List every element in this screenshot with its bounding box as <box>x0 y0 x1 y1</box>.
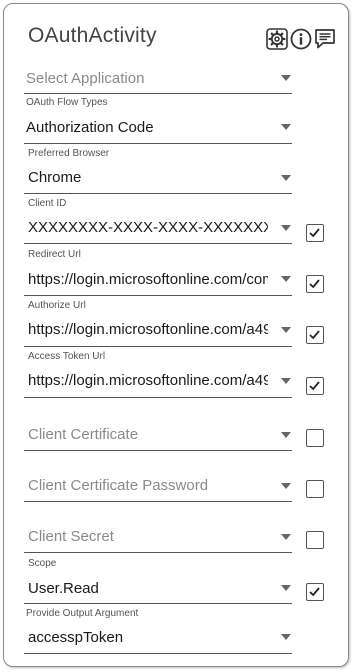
scope-value: User.Read <box>28 580 99 597</box>
scope-label: Scope <box>28 558 57 569</box>
select-application-value: Select Application <box>26 70 145 87</box>
output-argument-value: accesspToken <box>28 629 124 646</box>
field-underline <box>24 243 292 244</box>
field-underline <box>24 552 292 553</box>
redirect-url-value: https://login.microsoftonline.com/common… <box>28 271 268 288</box>
checkmark-icon <box>309 587 320 597</box>
authorize-url-checkbox[interactable] <box>306 326 324 344</box>
client-id-value: XXXXXXXX-XXXX-XXXX-XXXXXXXX <box>28 219 268 236</box>
client-certificate-password-value: Client Certificate Password <box>28 477 209 494</box>
field-underline <box>24 501 292 502</box>
chevron-down-icon <box>281 175 291 181</box>
field-underline <box>24 450 292 451</box>
chevron-down-icon <box>281 378 291 384</box>
preferred-browser-value: Chrome <box>28 169 82 186</box>
chevron-down-icon <box>281 327 291 333</box>
field-underline <box>24 397 292 398</box>
authorize-url-label: Authorize Url <box>28 300 86 311</box>
chevron-down-icon <box>281 483 291 489</box>
client-id-checkbox[interactable] <box>306 224 324 242</box>
client-id-label: Client ID <box>28 198 67 209</box>
chevron-down-icon <box>281 634 291 640</box>
access-token-url-checkbox[interactable] <box>306 377 324 395</box>
field-underline <box>24 193 292 194</box>
checkmark-icon <box>309 279 320 289</box>
redirect-url-label: Redirect Url <box>28 249 81 260</box>
activity-title: OAuthActivity <box>28 24 157 47</box>
chevron-down-icon <box>281 124 291 130</box>
chevron-down-icon <box>281 585 291 591</box>
chevron-down-icon <box>281 276 291 282</box>
access-token-url-value: https://login.microsoftonline.com/a49 <box>28 372 268 389</box>
access-token-url-label: Access Token Url <box>28 351 106 362</box>
comment-bubble-icon[interactable] <box>314 28 336 50</box>
client-certificate-value: Client Certificate <box>28 426 139 443</box>
settings-gear-icon[interactable] <box>266 28 288 50</box>
field-underline <box>24 143 292 144</box>
output-argument-label: Provide Output Argument <box>26 608 139 619</box>
checkmark-icon <box>309 228 320 238</box>
field-underline <box>24 603 292 604</box>
client-certificate-password-checkbox[interactable] <box>306 480 324 498</box>
chevron-down-icon <box>281 75 291 81</box>
field-underline <box>24 93 292 94</box>
field-underline <box>24 346 292 347</box>
chevron-down-icon <box>281 534 291 540</box>
authorize-url-value: https://login.microsoftonline.com/a49 <box>28 321 268 338</box>
chevron-down-icon <box>281 225 291 231</box>
preferred-browser-label: Preferred Browser <box>28 148 110 159</box>
field-underline <box>24 653 292 654</box>
checkmark-icon <box>309 330 320 340</box>
oauth-flow-type-label: OAuth Flow Types <box>26 97 108 108</box>
client-certificate-checkbox[interactable] <box>306 429 324 447</box>
header-icon-bar <box>266 28 336 50</box>
field-underline <box>24 295 292 296</box>
client-secret-value: Client Secret <box>28 528 114 545</box>
chevron-down-icon <box>281 432 291 438</box>
scope-checkbox[interactable] <box>306 583 324 601</box>
info-circle-icon[interactable] <box>290 28 312 50</box>
checkmark-icon <box>309 381 320 391</box>
oauth-flow-type-value: Authorization Code <box>26 119 154 136</box>
redirect-url-checkbox[interactable] <box>306 275 324 293</box>
client-secret-checkbox[interactable] <box>306 531 324 549</box>
